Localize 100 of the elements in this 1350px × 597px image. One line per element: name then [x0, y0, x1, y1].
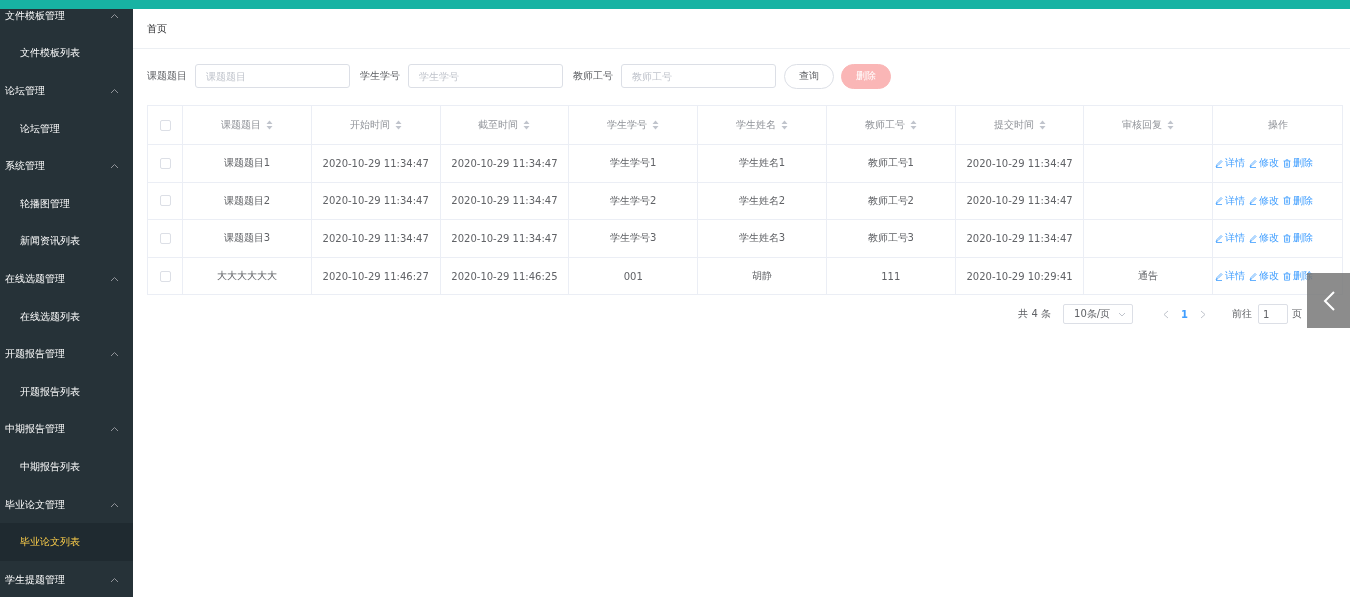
- column-header: 截至时间: [478, 118, 519, 132]
- menu-item[interactable]: 在线选题列表: [0, 297, 133, 336]
- sort-icon[interactable]: [265, 120, 273, 130]
- menu-item[interactable]: 文件模板列表: [0, 34, 133, 73]
- pencil-icon: [1249, 158, 1258, 168]
- menu-item[interactable]: 中期报告列表: [0, 448, 133, 486]
- table-cell: 课题题目3: [223, 231, 271, 246]
- table-cell: 大大大大大大: [216, 269, 277, 284]
- chevron-icon: [110, 426, 119, 433]
- table-cell: 2020-10-29 10:29:41: [966, 270, 1073, 282]
- checkbox[interactable]: [159, 270, 171, 282]
- pencil-icon: [1249, 196, 1258, 206]
- table-cell: 2020-10-29 11:34:47: [322, 157, 429, 169]
- next-page-icon[interactable]: [1200, 309, 1206, 319]
- sort-icon[interactable]: [1038, 120, 1046, 130]
- chevron-left-icon: [1321, 289, 1336, 312]
- chevron-icon: [110, 12, 119, 19]
- menu-item[interactable]: 轮播图管理: [0, 184, 133, 223]
- menu-group[interactable]: 系统管理: [0, 147, 133, 185]
- chevron-icon: [110, 88, 119, 94]
- checkbox[interactable]: [159, 119, 171, 131]
- menu-item[interactable]: 新闻资讯列表: [0, 222, 133, 261]
- menu-group[interactable]: 开题报告管理: [0, 335, 133, 373]
- column-header: 学生姓名: [736, 118, 776, 132]
- menu-group[interactable]: 学生提题管理: [0, 560, 133, 597]
- menu-group[interactable]: 论坛管理: [0, 72, 133, 110]
- table-cell: 胡静: [752, 269, 772, 284]
- table-cell: 学生学号2: [610, 193, 657, 208]
- table-cell: 课题题目2: [223, 193, 271, 208]
- checkbox[interactable]: [159, 195, 171, 207]
- menu-item[interactable]: 毕业论文列表: [0, 523, 133, 561]
- sort-icon[interactable]: [781, 120, 788, 130]
- pencil-icon: [1215, 196, 1224, 206]
- table-cell: 2020-10-29 11:34:47: [322, 233, 429, 244]
- query-button[interactable]: 查询: [784, 63, 834, 89]
- trash-icon: [1283, 234, 1292, 243]
- table-cell: 教师工号3: [867, 231, 914, 246]
- column-header: 学生学号: [607, 118, 648, 132]
- table-cell: 2020-10-29 11:34:47: [966, 233, 1073, 244]
- table-cell: 001: [623, 270, 643, 282]
- table-cell: 教师工号2: [867, 193, 914, 208]
- total-count: 共 4 条: [1018, 307, 1052, 322]
- trash-icon: [1283, 271, 1292, 281]
- table-cell: 2020-10-29 11:34:47: [966, 157, 1073, 169]
- table-cell: 2020-10-29 11:34:47: [451, 157, 558, 169]
- table-cell: 2020-10-29 11:46:27: [322, 270, 429, 282]
- pencil-icon: [1215, 234, 1224, 243]
- filter-label: 课题题目: [147, 69, 187, 83]
- table-cell: 学生学号1: [610, 156, 657, 171]
- pencil-icon: [1249, 234, 1258, 243]
- checkbox[interactable]: [159, 157, 171, 169]
- column-header: 教师工号: [864, 118, 905, 132]
- trash-icon: [1283, 196, 1292, 206]
- sort-icon[interactable]: [394, 120, 402, 130]
- page-suffix: 页: [1292, 307, 1302, 322]
- table-cell: 课题题目1: [223, 156, 271, 171]
- pencil-icon: [1215, 158, 1224, 168]
- filter-label: 学生学号: [360, 69, 400, 83]
- chevron-icon: [110, 576, 119, 583]
- table-cell: 2020-10-29 11:34:47: [966, 195, 1073, 207]
- column-header: 开始时间: [349, 118, 390, 132]
- menu-group[interactable]: 毕业论文管理: [0, 485, 133, 524]
- table-cell: 学生姓名3: [738, 231, 786, 246]
- menu-group[interactable]: 中期报告管理: [0, 410, 133, 449]
- page-size-select[interactable]: 10条/页: [1063, 304, 1134, 325]
- table-cell: 教师工号1: [867, 156, 914, 171]
- table-cell: 学生姓名1: [738, 156, 786, 171]
- caret-icon: [1118, 311, 1127, 317]
- breadcrumb[interactable]: 首页: [147, 21, 167, 36]
- chevron-icon: [110, 275, 119, 282]
- goto-label: 前往: [1232, 307, 1252, 322]
- column-header: 审核回复: [1122, 118, 1163, 132]
- filter-label: 教师工号: [573, 69, 613, 83]
- column-header: 提交时间: [993, 118, 1034, 132]
- sort-icon[interactable]: [523, 120, 531, 130]
- sort-icon[interactable]: [652, 120, 660, 130]
- table-cell: 2020-10-29 11:46:25: [451, 270, 558, 282]
- table-cell: 111: [881, 270, 901, 282]
- previous-page-icon[interactable]: [1163, 309, 1170, 319]
- table-cell: 2020-10-29 11:34:47: [451, 195, 558, 207]
- chevron-icon: [110, 163, 119, 170]
- pencil-icon: [1249, 271, 1258, 281]
- page-input[interactable]: 1: [1258, 304, 1288, 325]
- column-header: 课题题目: [220, 118, 261, 132]
- table-cell: 学生学号3: [610, 231, 657, 246]
- checkbox[interactable]: [159, 233, 171, 244]
- trash-icon: [1283, 158, 1292, 168]
- table-cell: 学生姓名2: [738, 193, 786, 208]
- menu-item[interactable]: 论坛管理: [0, 109, 133, 148]
- column-header: 操作: [1267, 118, 1288, 132]
- chevron-icon: [110, 501, 119, 508]
- menu-group[interactable]: 文件模板管理: [0, 9, 133, 35]
- table-cell: 2020-10-29 11:34:47: [322, 195, 429, 207]
- chevron-icon: [110, 351, 119, 358]
- sort-icon[interactable]: [1167, 120, 1175, 130]
- pencil-icon: [1215, 271, 1224, 281]
- sort-icon[interactable]: [909, 120, 917, 130]
- menu-item[interactable]: 开题报告列表: [0, 372, 133, 411]
- menu-group[interactable]: 在线选题管理: [0, 260, 133, 298]
- table-cell: 通告: [1138, 269, 1159, 284]
